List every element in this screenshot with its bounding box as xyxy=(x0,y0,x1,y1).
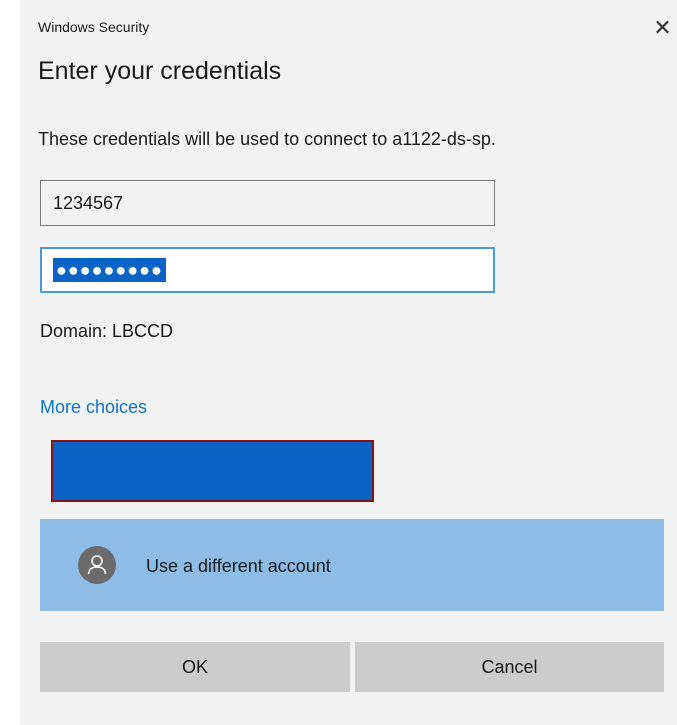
close-icon: ✕ xyxy=(653,15,672,40)
user-icon xyxy=(78,546,116,584)
use-different-account-option[interactable]: Use a different account xyxy=(40,519,664,611)
password-input[interactable]: ●●●●●●●●● xyxy=(40,247,495,293)
dialog-description: These credentials will be used to connec… xyxy=(38,129,496,149)
credentials-dialog: Windows Security ✕ Enter your credential… xyxy=(20,0,677,725)
more-choices-link[interactable]: More choices xyxy=(40,397,147,418)
username-input[interactable] xyxy=(40,180,495,226)
domain-label: Domain: LBCCD xyxy=(40,321,174,341)
cancel-button[interactable]: Cancel xyxy=(355,642,664,692)
close-button[interactable]: ✕ xyxy=(648,12,677,44)
ok-button[interactable]: OK xyxy=(40,642,350,692)
password-masked-value: ●●●●●●●●● xyxy=(53,258,166,282)
dialog-heading: Enter your credentials xyxy=(38,57,282,85)
window-title: Windows Security xyxy=(38,19,150,35)
use-different-account-label: Use a different account xyxy=(146,556,331,576)
credential-tile[interactable] xyxy=(51,440,374,502)
